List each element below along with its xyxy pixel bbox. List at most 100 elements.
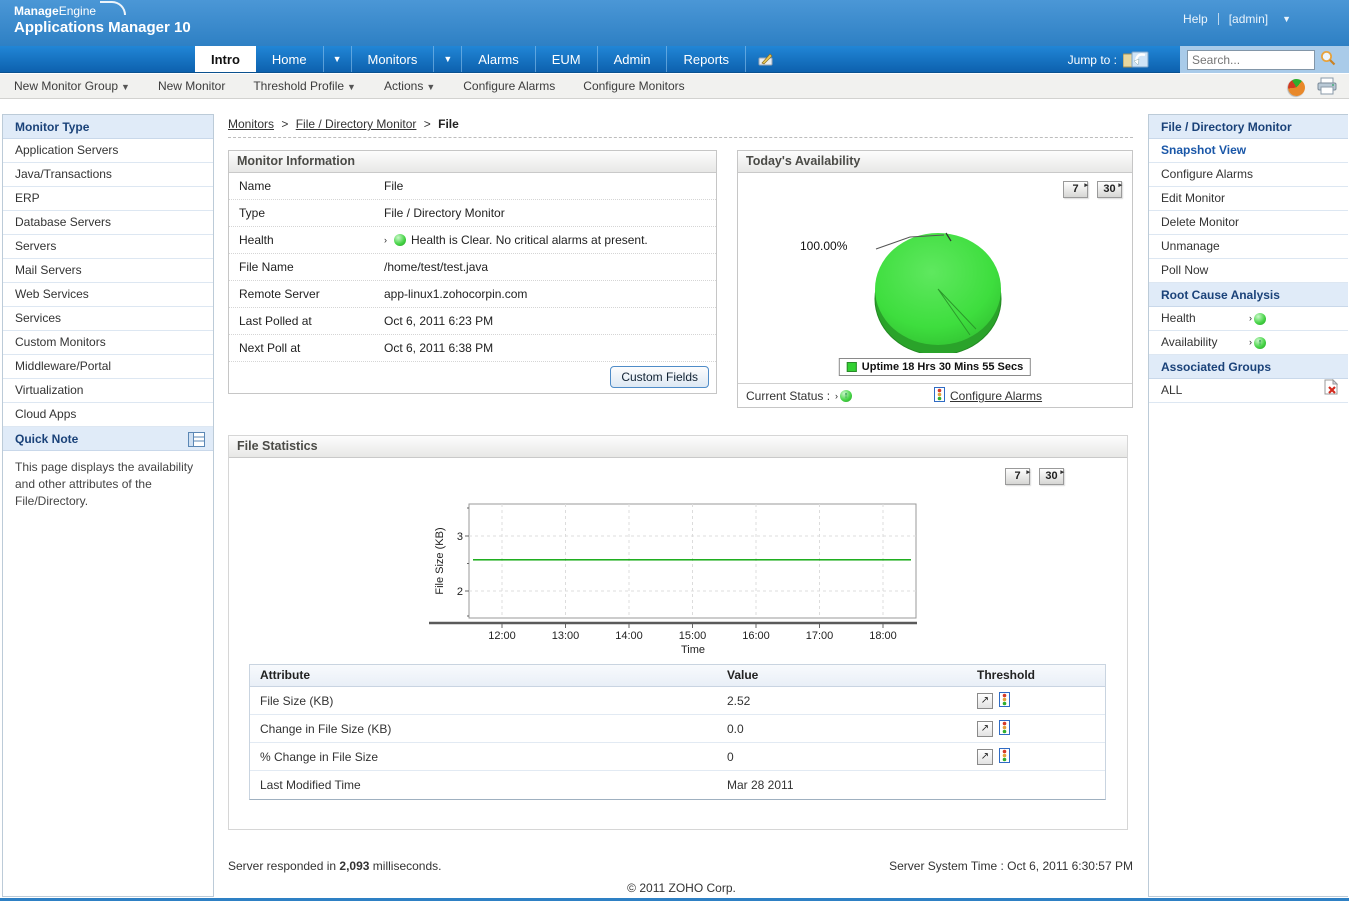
quick-note-text: This page displays the availability and … <box>3 451 213 517</box>
sidebar-item-cloud-apps[interactable]: Cloud Apps <box>3 403 213 427</box>
root-cause-analysis-header: Root Cause Analysis <box>1149 283 1348 307</box>
attribute-table-header: Attribute Value Threshold <box>250 665 1105 687</box>
server-system-time: Server System Time : Oct 6, 2011 6:30:57… <box>889 859 1133 873</box>
printer-icon[interactable] <box>1317 77 1337 98</box>
tab-monitors-caret-icon[interactable]: ▼ <box>434 46 462 72</box>
remove-group-icon[interactable] <box>1324 379 1338 403</box>
svg-text:17:00: 17:00 <box>806 630 834 642</box>
attribute-table: Attribute Value Threshold File Size (KB)… <box>249 664 1106 800</box>
svg-text:13:00: 13:00 <box>552 630 580 642</box>
custom-fields-button[interactable]: Custom Fields <box>610 366 709 388</box>
group-all-row[interactable]: ALL <box>1149 379 1348 403</box>
sidebar-item-mail-servers[interactable]: Mail Servers <box>3 259 213 283</box>
rca-availability-row[interactable]: Availability › <box>1149 331 1348 355</box>
jump-to-label: Jump to : <box>1068 53 1117 67</box>
threshold-profile-menu[interactable]: Threshold Profile▼ <box>239 79 370 93</box>
logo-product-name: Applications Manager 10 <box>14 19 191 36</box>
breadcrumb-divider <box>228 137 1133 138</box>
action-toolbar: New Monitor Group▼ New Monitor Threshold… <box>0 74 1349 99</box>
rca-health-row[interactable]: Health › <box>1149 307 1348 331</box>
copyright: © 2011 ZOHO Corp. <box>215 881 1148 895</box>
pie-percentage-label: 100.00% <box>800 239 847 253</box>
jump-to-icon[interactable] <box>1123 51 1149 69</box>
file-statistics-panel: File Statistics 7 30 <box>228 435 1128 830</box>
sidebar-item-unmanage[interactable]: Unmanage <box>1149 235 1348 259</box>
filestats-30day-button[interactable]: 30 <box>1039 468 1064 485</box>
info-row-health: Health ›Health is Clear. No critical ala… <box>229 227 716 254</box>
sidebar-item-database-servers[interactable]: Database Servers <box>3 211 213 235</box>
sidebar-item-snapshot-view[interactable]: Snapshot View <box>1149 139 1348 163</box>
table-row-pct-change: % Change in File Size 0 ↗ <box>250 743 1105 771</box>
tab-admin[interactable]: Admin <box>598 46 668 72</box>
sidebar-item-custom-monitors[interactable]: Custom Monitors <box>3 331 213 355</box>
history-graph-icon[interactable]: ↗ <box>977 749 993 765</box>
threshold-traffic-light-icon[interactable] <box>999 692 1010 710</box>
search-input[interactable] <box>1187 50 1315 70</box>
logo-text-manage: Manage <box>14 4 59 18</box>
edit-pencil-icon[interactable] <box>746 46 786 72</box>
sidebar-item-services[interactable]: Services <box>3 307 213 331</box>
tab-intro[interactable]: Intro <box>195 46 256 72</box>
tab-home-caret-icon[interactable]: ▼ <box>324 46 352 72</box>
breadcrumb-type-link[interactable]: File / Directory Monitor <box>296 117 417 131</box>
sidebar-item-application-servers[interactable]: Application Servers <box>3 139 213 163</box>
threshold-traffic-light-icon[interactable] <box>999 720 1010 738</box>
tab-reports[interactable]: Reports <box>667 46 746 72</box>
history-graph-icon[interactable]: ↗ <box>977 693 993 709</box>
availability-up-icon[interactable] <box>1254 337 1266 349</box>
sidebar-item-configure-alarms[interactable]: Configure Alarms <box>1149 163 1348 187</box>
breadcrumb-monitors-link[interactable]: Monitors <box>228 117 274 131</box>
health-ok-icon <box>394 234 406 246</box>
caret-down-icon: ▼ <box>426 82 435 92</box>
tab-monitors[interactable]: Monitors <box>352 46 435 72</box>
availability-30day-button[interactable]: 30 <box>1097 181 1122 198</box>
x-axis-label: Time <box>681 644 705 656</box>
configure-monitors-nav[interactable]: Configure Monitors <box>569 79 698 93</box>
arrow-icon: › <box>1249 307 1252 330</box>
admin-caret-icon[interactable]: ▼ <box>1282 14 1291 24</box>
monitor-information-panel: Monitor Information NameFile TypeFile / … <box>228 150 717 394</box>
help-link[interactable]: Help <box>1183 12 1208 26</box>
header-separator <box>1218 13 1219 25</box>
sidebar-item-edit-monitor[interactable]: Edit Monitor <box>1149 187 1348 211</box>
monitor-information-title: Monitor Information <box>229 151 716 173</box>
arrow-icon: › <box>384 235 387 245</box>
breadcrumb-current: File <box>438 117 459 131</box>
table-row-last-modified: Last Modified Time Mar 28 2011 <box>250 771 1105 799</box>
tab-eum[interactable]: EUM <box>536 46 598 72</box>
availability-pie-chart <box>738 173 1134 353</box>
sidebar-item-virtualization[interactable]: Virtualization <box>3 379 213 403</box>
search-icon[interactable] <box>1320 50 1336 69</box>
availability-title: Today's Availability <box>738 151 1132 173</box>
configure-alarms-link[interactable]: Configure Alarms <box>950 389 1042 403</box>
current-status-label: Current Status : <box>746 389 830 403</box>
breadcrumb: Monitors > File / Directory Monitor > Fi… <box>228 117 459 131</box>
sidebar-item-middleware-portal[interactable]: Middleware/Portal <box>3 355 213 379</box>
health-ok-icon[interactable] <box>1254 313 1266 325</box>
sidebar-item-java-transactions[interactable]: Java/Transactions <box>3 163 213 187</box>
admin-menu[interactable]: [admin] <box>1229 12 1268 26</box>
sidebar-item-poll-now[interactable]: Poll Now <box>1149 259 1348 283</box>
availability-7day-button[interactable]: 7 <box>1063 181 1088 198</box>
quick-note-icon[interactable] <box>188 431 205 455</box>
svg-text:15:00: 15:00 <box>679 630 707 642</box>
right-sidebar: File / Directory Monitor Snapshot View C… <box>1148 114 1348 897</box>
history-graph-icon[interactable]: ↗ <box>977 721 993 737</box>
sidebar-item-web-services[interactable]: Web Services <box>3 283 213 307</box>
tab-alarms[interactable]: Alarms <box>462 46 535 72</box>
sidebar-item-delete-monitor[interactable]: Delete Monitor <box>1149 211 1348 235</box>
associated-groups-header: Associated Groups <box>1149 355 1348 379</box>
svg-text:12:00: 12:00 <box>488 630 516 642</box>
traffic-light-icon[interactable] <box>934 387 945 405</box>
sidebar-item-servers[interactable]: Servers <box>3 235 213 259</box>
sidebar-item-erp[interactable]: ERP <box>3 187 213 211</box>
configure-alarms-nav[interactable]: Configure Alarms <box>449 79 569 93</box>
main-content: Monitors > File / Directory Monitor > Fi… <box>215 99 1148 897</box>
threshold-traffic-light-icon[interactable] <box>999 748 1010 766</box>
new-monitor-button[interactable]: New Monitor <box>144 79 239 93</box>
actions-menu[interactable]: Actions▼ <box>370 79 449 93</box>
filestats-7day-button[interactable]: 7 <box>1005 468 1030 485</box>
tab-home[interactable]: Home <box>256 46 324 72</box>
pie-chart-icon[interactable] <box>1285 76 1309 100</box>
new-monitor-group-menu[interactable]: New Monitor Group▼ <box>0 79 144 93</box>
